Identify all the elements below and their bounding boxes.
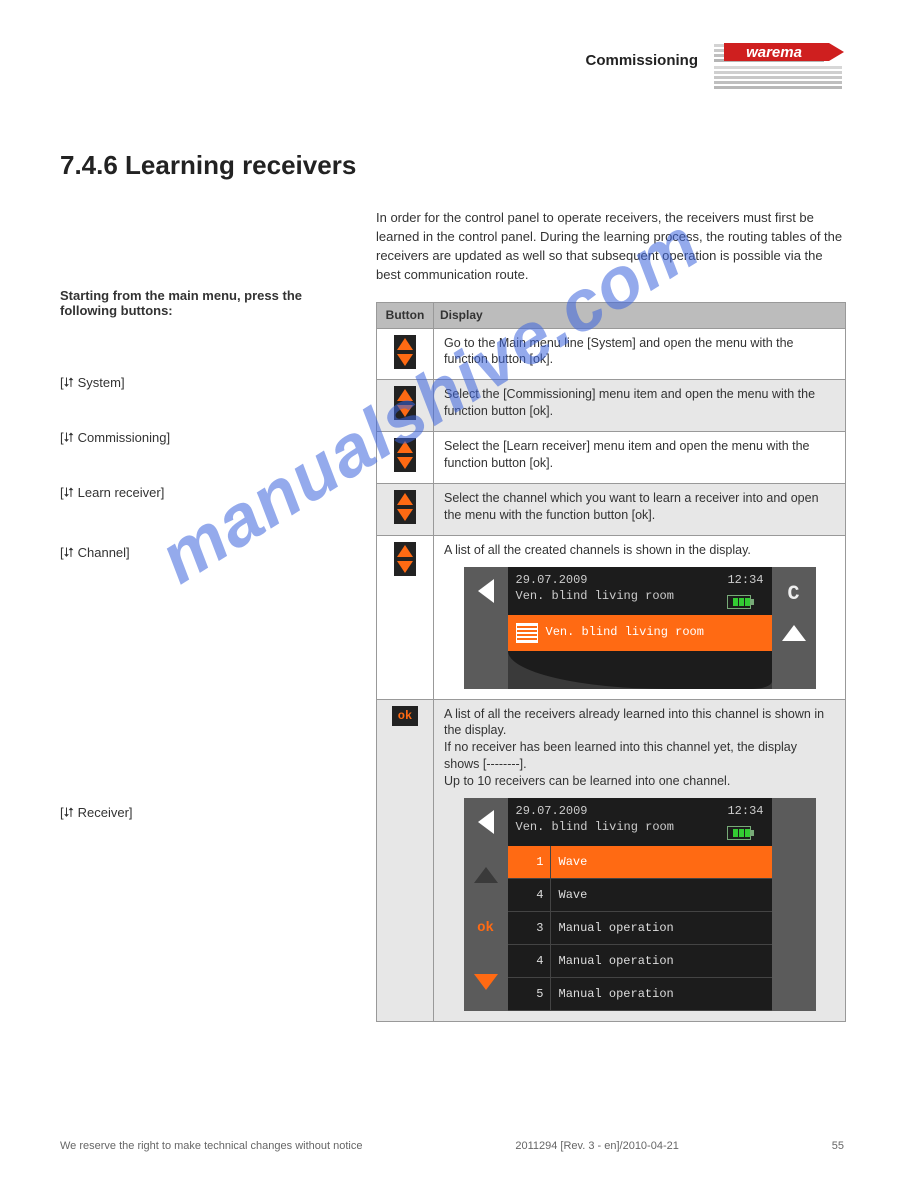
device-screen-channels: 29.07.2009 Ven. blind living room 12:34 … — [464, 567, 816, 689]
c-button: C — [787, 585, 799, 605]
footer-mid: 2011294 [Rev. 3 - en]/2010-04-21 — [515, 1140, 679, 1152]
list-item-label: Manual operation — [551, 912, 772, 944]
page-header: Commissioning — [585, 52, 698, 69]
list-item: 3Manual operation — [508, 912, 772, 945]
scr2-title: Ven. blind living room — [516, 820, 674, 834]
list-item-label: Wave — [551, 879, 772, 911]
section-title: 7.4.6 Learning receivers — [60, 150, 844, 181]
scr2-date: 29.07.2009 — [516, 804, 588, 818]
side-lead: Starting from the main menu, press the f… — [60, 288, 312, 318]
page-footer: We reserve the right to make technical c… — [0, 1140, 918, 1152]
col-button: Button — [377, 303, 434, 328]
blind-icon — [516, 623, 538, 643]
list-item: 4Wave — [508, 879, 772, 912]
battery-icon — [727, 595, 751, 609]
up-icon — [782, 625, 806, 641]
step-block: A list of all the created channels is sh… — [434, 536, 846, 699]
list-item: 1Wave — [508, 846, 772, 879]
list-item-label: Manual operation — [551, 978, 772, 1010]
step-text: A list of all the receivers already lear… — [444, 706, 835, 740]
updown-icon — [394, 542, 416, 576]
device-screen-receivers: 29.07.2009 Ven. blind living room 12:34 — [464, 798, 816, 1012]
steps-table: Button Display Go to the Main menu line … — [376, 302, 846, 1022]
side-sub-receiver: [⮃ Receiver] — [60, 805, 312, 821]
list-item-number: 1 — [508, 846, 551, 878]
step-text: If no receiver has been learned into thi… — [444, 739, 835, 773]
battery-icon — [727, 826, 751, 840]
col-display: Display — [434, 303, 846, 328]
down-icon — [474, 974, 498, 990]
scr2-time: 12:34 — [727, 804, 763, 818]
list-item: 4Manual operation — [508, 945, 772, 978]
side-sub-system: [⮃ System] — [60, 375, 312, 391]
step-text: Select the channel which you want to lea… — [434, 484, 846, 536]
step-text: Go to the Main menu line [System] and op… — [434, 328, 846, 380]
back-icon — [478, 579, 494, 603]
warema-logo: warema — [714, 40, 844, 96]
list-item-number: 3 — [508, 912, 551, 944]
list-item-number: 4 — [508, 879, 551, 911]
updown-icon — [394, 438, 416, 472]
ok-label: ok — [477, 919, 494, 938]
list-item-label: Wave — [551, 846, 772, 878]
svg-text:warema: warema — [746, 44, 802, 61]
step-block: A list of all the receivers already lear… — [434, 699, 846, 1022]
list-item-number: 4 — [508, 945, 551, 977]
scr1-title: Ven. blind living room — [516, 589, 674, 603]
step-text: Select the [Learn receiver] menu item an… — [434, 432, 846, 484]
step-text: Select the [Commissioning] menu item and… — [434, 380, 846, 432]
up-icon — [474, 867, 498, 883]
updown-icon — [394, 490, 416, 524]
footer-right: 55 — [832, 1140, 844, 1152]
ok-icon: ok — [392, 706, 418, 726]
back-icon — [478, 810, 494, 834]
side-sub-learn: [⮃ Learn receiver] — [60, 485, 312, 501]
step-text: A list of all the created channels is sh… — [444, 542, 835, 559]
list-item-number: 5 — [508, 978, 551, 1010]
scr1-time: 12:34 — [727, 573, 763, 587]
footer-left: We reserve the right to make technical c… — [60, 1140, 362, 1152]
list-item: 5Manual operation — [508, 978, 772, 1011]
scr1-selected: Ven. blind living room — [546, 624, 704, 640]
intro-text: In order for the control panel to operat… — [376, 209, 844, 284]
step-text: Up to 10 receivers can be learned into o… — [444, 773, 835, 790]
list-item-label: Manual operation — [551, 945, 772, 977]
scr1-date: 29.07.2009 — [516, 573, 588, 587]
updown-icon — [394, 386, 416, 420]
side-sub-commissioning: [⮃ Commissioning] — [60, 430, 312, 446]
side-sub-channel: [⮃ Channel] — [60, 545, 312, 561]
updown-icon — [394, 335, 416, 369]
